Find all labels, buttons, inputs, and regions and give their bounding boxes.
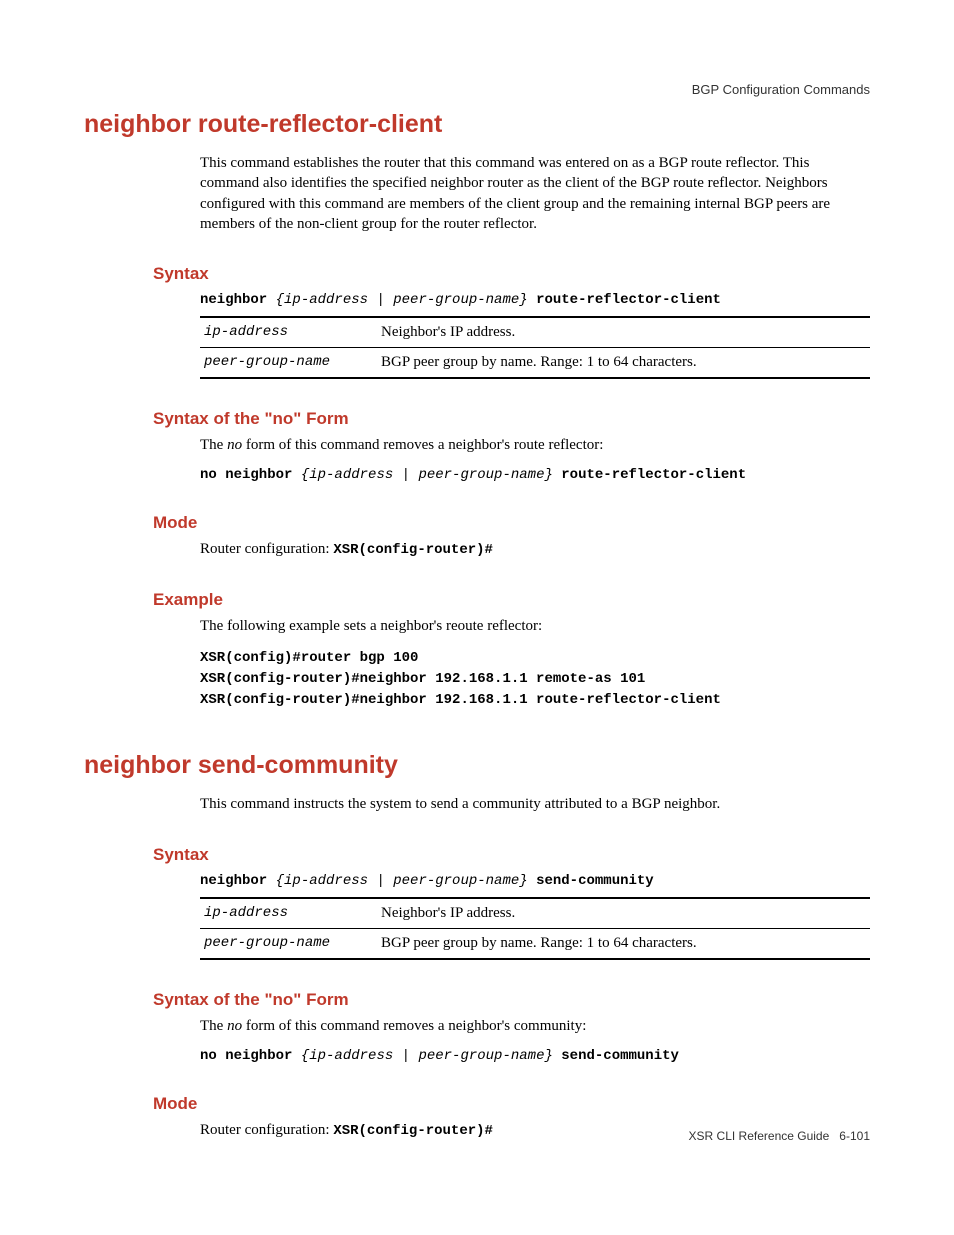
syntax-args: {ip-address | peer-group-name} [276,873,528,889]
section-intro-1: This command establishes the router that… [200,153,870,234]
mode-pre: Router configuration: [200,541,333,557]
table-row: peer-group-name BGP peer group by name. … [200,348,870,379]
table-row: ip-address Neighbor's IP address. [200,317,870,348]
noform-post: form of this command removes a neighbor'… [242,1018,586,1034]
param-desc: Neighbor's IP address. [377,898,870,929]
mode-heading-2: Mode [153,1094,870,1114]
table-row: peer-group-name BGP peer group by name. … [200,928,870,959]
section-title-1: neighbor route-reflector-client [84,110,870,139]
syntax-args: {ip-address | peer-group-name} [276,292,528,308]
noform-code-2: no neighbor {ip-address | peer-group-nam… [200,1048,870,1064]
noform-heading-2: Syntax of the "no" Form [153,990,870,1010]
noform-em: no [227,1018,242,1034]
example-heading-1: Example [153,590,870,610]
syntax-table-1: ip-address Neighbor's IP address. peer-g… [200,316,870,379]
param-name: ip-address [200,317,377,348]
page-number: 6-101 [839,1129,870,1143]
param-name: peer-group-name [200,348,377,379]
noform-heading-1: Syntax of the "no" Form [153,409,870,429]
running-header: BGP Configuration Commands [692,82,870,97]
no-args: {ip-address | peer-group-name} [301,467,553,483]
noform-text-1: The no form of this command removes a ne… [200,435,870,455]
syntax-kw2: send-community [536,873,654,889]
param-name: peer-group-name [200,928,377,959]
syntax-kw2: route-reflector-client [536,292,721,308]
syntax-kw: neighbor [200,873,267,889]
example-intro-1: The following example sets a neighbor's … [200,616,870,636]
syntax-line-2: neighbor {ip-address | peer-group-name} … [200,873,870,889]
noform-code-1: no neighbor {ip-address | peer-group-nam… [200,467,870,483]
param-desc: BGP peer group by name. Range: 1 to 64 c… [377,348,870,379]
mode-text-1: Router configuration: XSR(config-router)… [200,539,870,560]
mode-code: XSR(config-router)# [333,1123,493,1139]
section-intro-2: This command instructs the system to sen… [200,794,870,814]
syntax-line-1: neighbor {ip-address | peer-group-name} … [200,292,870,308]
no-kw2: route-reflector-client [561,467,746,483]
no-kw2: send-community [561,1048,679,1064]
param-desc: Neighbor's IP address. [377,317,870,348]
no-args: {ip-address | peer-group-name} [301,1048,553,1064]
noform-pre: The [200,1018,227,1034]
no-kw: no neighbor [200,467,292,483]
table-row: ip-address Neighbor's IP address. [200,898,870,929]
page-footer: XSR CLI Reference Guide 6-101 [689,1129,870,1143]
noform-text-2: The no form of this command removes a ne… [200,1016,870,1036]
noform-em: no [227,437,242,453]
noform-post: form of this command removes a neighbor'… [242,437,603,453]
footer-title: XSR CLI Reference Guide [689,1129,830,1143]
example-code-1: XSR(config)#router bgp 100 XSR(config-ro… [200,648,870,711]
param-desc: BGP peer group by name. Range: 1 to 64 c… [377,928,870,959]
mode-pre: Router configuration: [200,1122,333,1138]
syntax-kw: neighbor [200,292,267,308]
syntax-heading-2: Syntax [153,845,870,865]
syntax-table-2: ip-address Neighbor's IP address. peer-g… [200,897,870,960]
mode-heading-1: Mode [153,513,870,533]
no-kw: no neighbor [200,1048,292,1064]
param-name: ip-address [200,898,377,929]
noform-pre: The [200,437,227,453]
mode-code: XSR(config-router)# [333,542,493,558]
syntax-heading-1: Syntax [153,264,870,284]
section-title-2: neighbor send-community [84,751,870,780]
